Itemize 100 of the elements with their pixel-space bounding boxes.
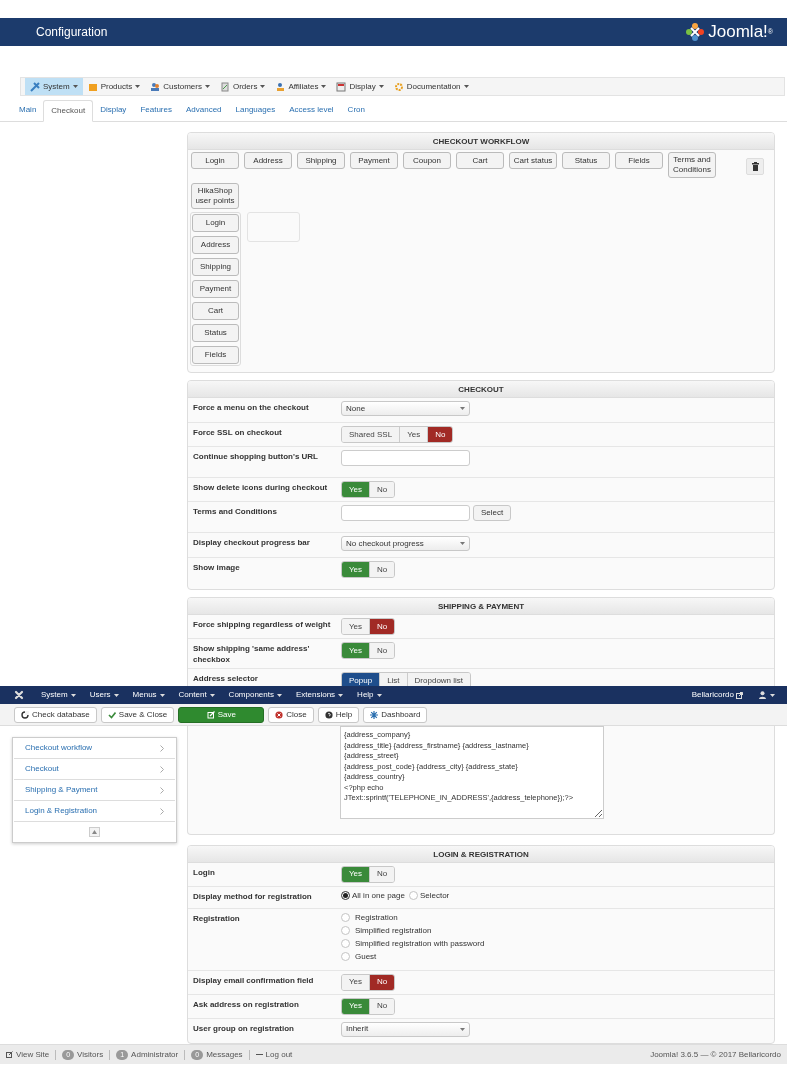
menu-item[interactable]: Orders xyxy=(214,78,271,95)
step-button[interactable]: Address xyxy=(192,236,239,254)
wrench-icon xyxy=(30,81,40,92)
step-button[interactable]: Status xyxy=(192,324,239,342)
step-button[interactable]: Cart status xyxy=(509,152,557,169)
select-button[interactable]: Select xyxy=(473,505,512,521)
toolbar-button[interactable]: Save & Close xyxy=(100,706,175,723)
toggle-option[interactable]: Yes xyxy=(342,974,371,990)
toolbar-button[interactable]: Close xyxy=(268,706,314,723)
tab[interactable]: Languages xyxy=(228,99,283,121)
chevron-icon xyxy=(160,744,164,752)
step-button[interactable]: Shipping xyxy=(297,152,345,169)
version-text: Joomla! 3.6.5 — © 2017 Bellaricordo xyxy=(650,1048,781,1061)
nav-item[interactable]: Users xyxy=(82,689,126,701)
tab[interactable]: Checkout xyxy=(43,100,94,122)
toolbar-button[interactable]: Check database xyxy=(14,706,97,723)
toggle-option[interactable]: Yes xyxy=(342,866,371,882)
menu-item[interactable]: Documentation xyxy=(388,78,474,95)
step-button[interactable]: Coupon xyxy=(403,152,451,169)
menu-item[interactable]: System xyxy=(25,78,83,95)
toggle-option[interactable]: No xyxy=(370,619,395,634)
tab[interactable]: Display xyxy=(93,99,134,121)
step-button[interactable]: Fields xyxy=(615,152,663,169)
step-button[interactable]: HikaShop user points xyxy=(191,183,239,209)
text-field[interactable] xyxy=(341,450,470,466)
radio-label: Guest xyxy=(355,950,377,963)
text-field[interactable] xyxy=(341,505,470,521)
toggle-option[interactable]: No xyxy=(428,427,453,442)
toggle-option[interactable]: No xyxy=(370,643,395,658)
field-label: Display method for registration xyxy=(193,890,313,903)
step-button[interactable]: Address xyxy=(244,152,292,169)
logo-text: Joomla!$^{®}$ xyxy=(708,21,773,44)
toolbar-button[interactable]: Dashboard xyxy=(363,706,428,723)
toggle-option[interactable]: Yes xyxy=(342,562,371,577)
people-icon xyxy=(150,81,161,92)
sidebar-item[interactable]: Checkout workflow xyxy=(14,738,175,759)
tab[interactable]: Features xyxy=(133,99,179,121)
toggle-option[interactable]: Yes xyxy=(342,643,371,658)
nav-item[interactable]: Components xyxy=(221,689,289,701)
step-button[interactable]: Cart xyxy=(192,302,239,320)
toggle-option[interactable]: Yes xyxy=(342,619,371,634)
tab[interactable]: Access level xyxy=(282,99,341,121)
toggle-option[interactable]: Shared SSL xyxy=(342,427,401,442)
toggle-option[interactable]: No xyxy=(370,974,395,990)
caret-icon xyxy=(113,693,119,697)
step-button[interactable]: Login xyxy=(191,152,239,169)
caret-icon xyxy=(770,693,775,697)
sidebar-item[interactable]: Checkout xyxy=(14,759,175,780)
menu-item[interactable]: Products xyxy=(82,78,146,95)
dropdown[interactable]: No checkout progress xyxy=(341,536,470,551)
sidebar-item[interactable]: Login & Registration xyxy=(14,801,175,822)
nav-item[interactable]: Menus xyxy=(125,689,172,701)
scroll-up-button[interactable] xyxy=(89,827,100,837)
dropdown[interactable]: None xyxy=(341,401,470,416)
radio-button[interactable] xyxy=(341,891,350,901)
chevron-icon xyxy=(160,807,164,815)
dropdown[interactable]: Inherit xyxy=(341,1021,470,1037)
toggle-option[interactable]: Popup xyxy=(342,673,381,686)
toggle-option[interactable]: Yes xyxy=(342,998,371,1014)
status-item[interactable]: Log out xyxy=(255,1048,293,1061)
toolbar-button[interactable]: Help xyxy=(317,706,360,723)
site-link[interactable]: Bellaricordo xyxy=(691,689,743,701)
toggle-option[interactable]: No xyxy=(370,866,395,882)
step-button[interactable]: Payment xyxy=(350,152,398,169)
toggle-option[interactable]: Yes xyxy=(342,482,371,497)
user-menu[interactable] xyxy=(759,691,775,699)
nav-item[interactable]: Extensions xyxy=(288,689,351,701)
menu-item[interactable]: Customers xyxy=(145,78,215,95)
field-label: Show delete icons during checkout xyxy=(193,482,329,494)
toggle-option[interactable]: List xyxy=(380,673,408,686)
nav-item[interactable]: System xyxy=(34,689,83,701)
menu-item[interactable]: Affiliates xyxy=(270,78,332,95)
status-item[interactable]: View Site xyxy=(6,1048,50,1061)
step-button[interactable]: Cart xyxy=(456,152,504,169)
step-button[interactable]: Terms and Conditions xyxy=(668,152,716,178)
toggle-option[interactable]: No xyxy=(370,482,395,497)
nav-item[interactable]: Help xyxy=(350,689,389,701)
tab[interactable]: Cron xyxy=(340,99,372,121)
toolbar-button[interactable]: Save xyxy=(178,706,265,723)
toggle-option[interactable]: Dropdown list xyxy=(407,673,471,686)
caret-icon xyxy=(204,85,210,88)
tab[interactable]: Main xyxy=(12,99,44,121)
tab[interactable]: Advanced xyxy=(178,99,229,121)
toggle-option[interactable]: Yes xyxy=(400,427,429,442)
step-button[interactable]: Login xyxy=(192,214,239,232)
menu-item[interactable]: Display xyxy=(331,78,389,95)
step-button[interactable]: Status xyxy=(562,152,610,169)
radio-label: Simplified registration with password xyxy=(355,937,485,950)
toggle-option[interactable]: No xyxy=(370,998,395,1014)
sidebar-item[interactable]: Shipping & Payment xyxy=(14,780,175,801)
toggle-option[interactable]: No xyxy=(370,562,395,577)
nav-item[interactable]: Content xyxy=(171,689,222,701)
step-button[interactable]: Fields xyxy=(192,346,239,364)
trash-button[interactable] xyxy=(746,158,764,175)
step-button[interactable]: Shipping xyxy=(192,258,239,276)
step-button[interactable]: Payment xyxy=(192,280,239,298)
field-label: Force SSL on checkout xyxy=(193,427,283,439)
triangle-icon xyxy=(92,830,97,834)
panel-title: LOGIN & REGISTRATION xyxy=(188,845,774,863)
caret-icon xyxy=(378,85,384,88)
